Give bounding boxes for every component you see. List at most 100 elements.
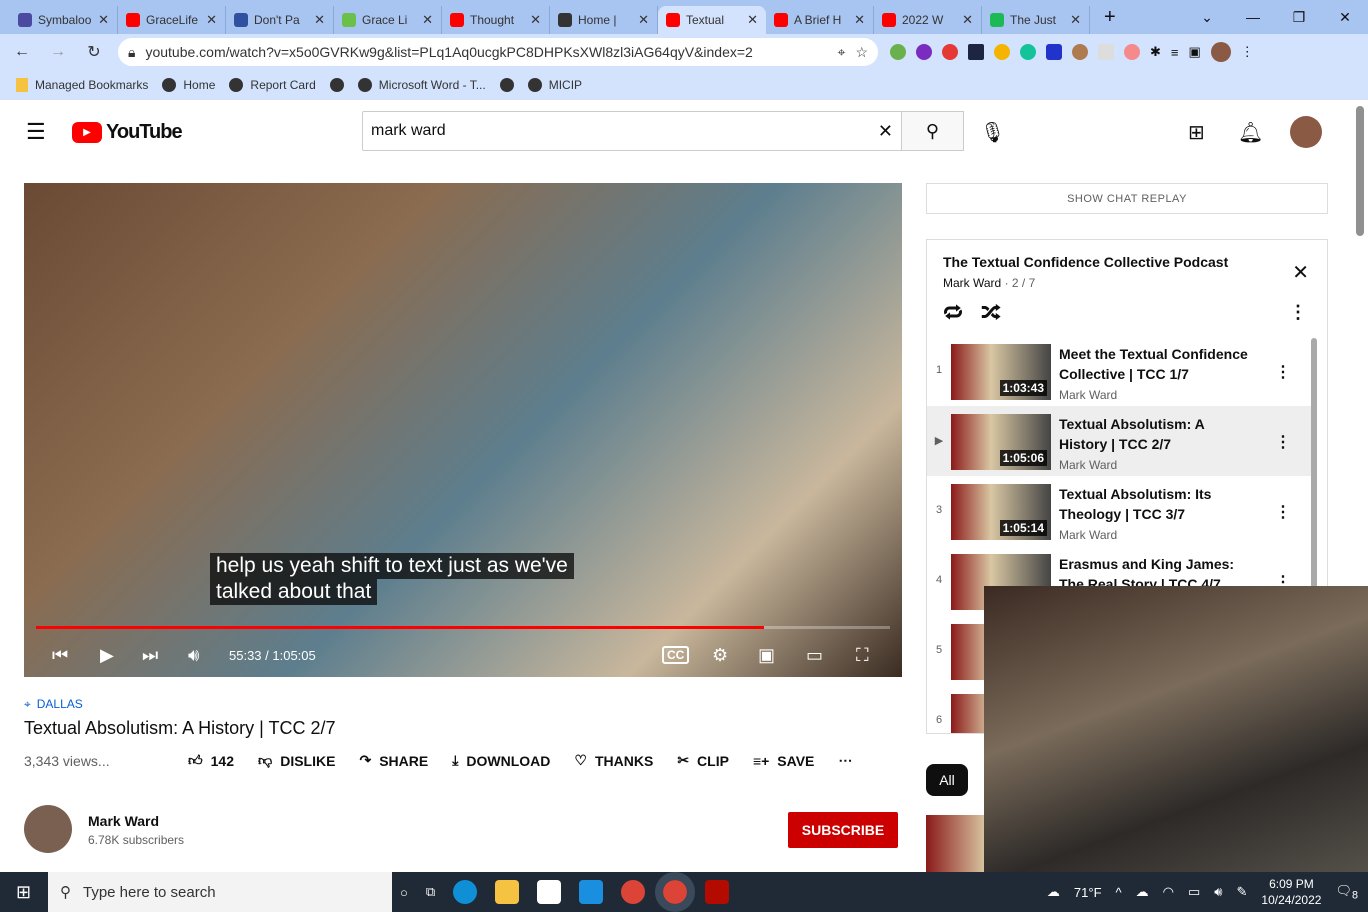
battery-icon[interactable]: ▭: [1188, 884, 1200, 900]
tab-close-icon[interactable]: ✕: [314, 12, 325, 28]
extension-icon[interactable]: [994, 44, 1010, 60]
fullscreen-icon[interactable]: ⛶: [856, 645, 869, 666]
reading-list-icon[interactable]: ≡: [1171, 45, 1179, 60]
acrobat-icon[interactable]: [705, 880, 730, 904]
browser-tab[interactable]: Grace Li ✕: [334, 6, 442, 34]
tab-close-icon[interactable]: ✕: [1070, 12, 1081, 28]
edge-icon[interactable]: [453, 880, 478, 904]
browser-tab[interactable]: Don't Pa ✕: [226, 6, 334, 34]
extension-icon[interactable]: [968, 44, 984, 60]
download-button[interactable]: ⤓ DOWNLOAD: [452, 752, 550, 769]
bookmark-item[interactable]: [329, 78, 344, 92]
tab-close-icon[interactable]: ✕: [98, 12, 109, 28]
account-avatar[interactable]: [1290, 116, 1322, 148]
playlist-item[interactable]: 3 1:05:14 Textual Absolutism: Its Theolo…: [927, 476, 1311, 546]
weather-temp[interactable]: 71°F: [1074, 885, 1102, 900]
volume-icon[interactable]: 🔊︎: [188, 645, 199, 666]
thanks-button[interactable]: ♡ THANKS: [574, 752, 653, 769]
store-icon[interactable]: [537, 880, 562, 904]
progress-bar[interactable]: [36, 626, 890, 629]
previous-icon[interactable]: ⏮: [52, 645, 68, 666]
extension-icon[interactable]: [942, 44, 958, 60]
settings-gear-icon[interactable]: ⚙: [712, 645, 728, 666]
show-chat-replay-button[interactable]: SHOW CHAT REPLAY: [926, 183, 1328, 214]
hamburger-menu-icon[interactable]: ☰: [26, 119, 46, 145]
speaker-icon[interactable]: 🔊︎: [1214, 884, 1222, 900]
subscribe-button[interactable]: SUBSCRIBE: [788, 812, 898, 848]
clip-button[interactable]: ✂ CLIP: [677, 752, 729, 769]
browser-tab[interactable]: GraceLife ✕: [118, 6, 226, 34]
extension-icon[interactable]: [1046, 44, 1062, 60]
playlist-owner[interactable]: Mark Ward: [943, 276, 1001, 290]
tab-close-icon[interactable]: ✕: [854, 12, 865, 28]
youtube-logo[interactable]: ▶ YouTube: [72, 121, 183, 144]
page-scrollbar[interactable]: [1356, 106, 1364, 236]
item-menu-icon[interactable]: ⋮: [1275, 502, 1291, 522]
playlist-title[interactable]: The Textual Confidence Collective Podcas…: [943, 254, 1311, 270]
more-actions-icon[interactable]: ⋯: [838, 752, 852, 769]
bookmark-item[interactable]: Report Card: [229, 78, 316, 92]
browser-tab[interactable]: Home | ✕: [550, 6, 658, 34]
menu-kebab-icon[interactable]: ⋮: [1241, 44, 1254, 60]
search-input[interactable]: mark ward ✕: [362, 111, 902, 151]
forward-icon[interactable]: →: [46, 43, 70, 61]
reload-icon[interactable]: ↻: [82, 42, 106, 62]
captions-icon[interactable]: CC: [662, 646, 690, 664]
pen-icon[interactable]: ✎: [1236, 884, 1247, 900]
onedrive-icon[interactable]: ☁: [1136, 884, 1149, 900]
browser-tab[interactable]: A Brief H ✕: [766, 6, 874, 34]
extension-icon[interactable]: [1020, 44, 1036, 60]
new-tab-button[interactable]: +: [1104, 6, 1116, 29]
create-video-icon[interactable]: ⊞: [1188, 120, 1205, 145]
mail-icon[interactable]: [579, 880, 604, 904]
tray-overflow-icon[interactable]: ^: [1116, 885, 1122, 900]
tab-close-icon[interactable]: ✕: [962, 12, 973, 28]
bookmark-item[interactable]: [499, 78, 514, 92]
address-bar[interactable]: 🔒︎ youtube.com/watch?v=x5o0GVRKw9g&list=…: [118, 38, 878, 66]
notifications-bell-icon[interactable]: 🔔︎: [1238, 120, 1263, 145]
playlist-menu-icon[interactable]: ⋮: [1289, 302, 1307, 323]
share-button[interactable]: ↷ SHARE: [359, 752, 428, 769]
playlist-item[interactable]: ▶ 1:05:06 Textual Absolutism: A History …: [927, 406, 1311, 476]
tab-close-icon[interactable]: ✕: [422, 12, 433, 28]
dislike-button[interactable]: 👎︎ DISLIKE: [258, 752, 335, 769]
extension-icon[interactable]: [890, 44, 906, 60]
puzzle-icon[interactable]: ✱: [1150, 44, 1161, 60]
miniplayer-icon[interactable]: ▣: [758, 645, 775, 666]
microphone-icon[interactable]: 🎙︎: [980, 120, 1005, 145]
close-window-button[interactable]: ✕: [1322, 0, 1368, 34]
recommended-thumbnail[interactable]: [926, 815, 986, 872]
side-panel-icon[interactable]: ▣: [1189, 44, 1201, 60]
browser-tab[interactable]: 2022 W ✕: [874, 6, 982, 34]
item-menu-icon[interactable]: ⋮: [1275, 432, 1291, 452]
loop-icon[interactable]: 🔁︎: [943, 298, 963, 327]
browser-tab[interactable]: Thought ✕: [442, 6, 550, 34]
chrome-icon[interactable]: [621, 880, 646, 904]
tab-close-icon[interactable]: ✕: [206, 12, 217, 28]
task-view-icon[interactable]: ⧉: [426, 884, 435, 900]
playlist-scrollbar[interactable]: [1311, 338, 1317, 588]
taskbar-search[interactable]: ⚲ Type here to search: [48, 872, 392, 912]
minimize-button[interactable]: —: [1230, 0, 1276, 34]
bookmark-star-icon[interactable]: ☆: [855, 44, 868, 61]
extension-icon[interactable]: [916, 44, 932, 60]
extension-icon[interactable]: [1124, 44, 1140, 60]
bookmark-item[interactable]: MICIP: [527, 78, 582, 92]
bookmark-item[interactable]: Home: [162, 78, 215, 92]
wifi-icon[interactable]: ◠: [1163, 884, 1174, 900]
tab-close-icon[interactable]: ✕: [530, 12, 541, 28]
channel-name[interactable]: Mark Ward: [88, 813, 184, 829]
shuffle-icon[interactable]: 🔀︎: [981, 298, 1001, 327]
bookmark-item[interactable]: Managed Bookmarks: [16, 78, 148, 92]
next-icon[interactable]: ⏭: [142, 645, 158, 666]
notification-center-icon[interactable]: 🗨︎8: [1335, 883, 1358, 902]
playlist-item[interactable]: 1 1:03:43 Meet the Textual Confidence Co…: [927, 336, 1311, 406]
clock[interactable]: 6:09 PM 10/24/2022: [1261, 876, 1321, 908]
play-icon[interactable]: ▶: [100, 645, 114, 666]
weather-cloud-icon[interactable]: ☁: [1047, 884, 1060, 900]
cortana-icon[interactable]: ○: [400, 885, 408, 900]
clear-search-icon[interactable]: ✕: [878, 121, 893, 142]
bookmark-item[interactable]: Microsoft Word - T...: [357, 78, 486, 92]
extension-icon[interactable]: [1098, 44, 1114, 60]
windows-start-icon[interactable]: ⊞: [16, 882, 31, 903]
